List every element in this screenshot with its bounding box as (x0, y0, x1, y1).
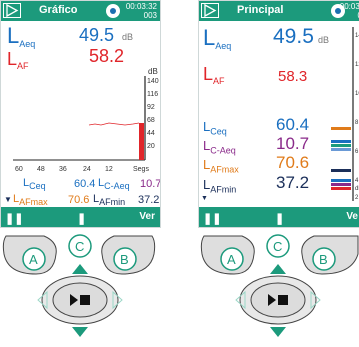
stop-icon (278, 295, 288, 305)
y-tick: 6 (355, 149, 359, 155)
main-header: Principal 00:03: 0 (199, 1, 359, 21)
laeq-label: LAeq (203, 25, 232, 52)
softkey-center[interactable]: ❚ (77, 212, 86, 225)
x-tick: 36 (59, 166, 67, 173)
lafmin-value: 37.2 (276, 173, 310, 192)
lafmax-label: LAFmax (203, 157, 239, 175)
lcaeq-label: LC-Aeq (203, 138, 236, 156)
y-tick: 92 (147, 104, 155, 111)
y-tick: 14 (355, 33, 359, 39)
lcaeq-value: 10.7 (276, 134, 310, 153)
lceq-value: 60.4 (276, 115, 310, 134)
laeq-value: 49.5 (79, 25, 115, 45)
caret-down-icon[interactable]: ▼ (201, 195, 208, 202)
y-tick: 44 (147, 130, 155, 137)
chart-unit: dB (148, 67, 158, 76)
down-arrow-icon (270, 327, 286, 337)
y-tick: 2 (355, 195, 359, 201)
x-tick: 48 (37, 166, 45, 173)
keypad-left: A B C (2, 234, 156, 337)
lafmax-value: 70.6 (276, 153, 310, 172)
screen-title: Principal (237, 4, 284, 16)
x-ticks: 60 48 36 24 12 Segs (15, 166, 149, 173)
lceq-bar (331, 127, 351, 130)
lafmin-bar (331, 148, 351, 151)
x-tick: 12 (105, 166, 113, 173)
laf-value: 58.3 (278, 68, 308, 85)
c-key-label: C (273, 239, 282, 254)
lafmax-bar (331, 144, 351, 147)
y-tick: 10 (355, 91, 359, 97)
ver-button[interactable]: Ver (139, 211, 155, 222)
lcaeq-bar (331, 140, 351, 143)
lafmin-label: LAFmin (203, 177, 237, 195)
y-tick: 12 (355, 62, 359, 68)
lceq-value: 60.4 (74, 178, 96, 190)
level-bar (331, 187, 351, 190)
c-key-label: C (75, 239, 84, 254)
y-tick: 116 (147, 91, 158, 98)
keypad-right: A B C (200, 234, 359, 337)
laeq-label: LAeq (7, 23, 36, 50)
x-tick: Segs (133, 166, 149, 173)
x-tick: 24 (83, 166, 91, 173)
level-bar (331, 183, 351, 186)
lcaeq-label: LC-Aeq (98, 177, 130, 192)
y-tick: 8 (355, 120, 359, 126)
record-number: 003 (143, 11, 157, 20)
clock-icon (106, 4, 120, 18)
lafmax-value: 70.6 (68, 194, 90, 206)
record-number: 0 (340, 11, 359, 20)
meter-unit: dB (355, 186, 359, 192)
b-key-label: B (120, 252, 129, 267)
graph-screen: Gráfico 00:03:32 003 LAeq 49.5 dB LAF 58… (0, 0, 161, 228)
pause-icon[interactable]: ❚❚ (5, 212, 23, 225)
lafmin-label: LAFmin (93, 193, 126, 208)
laf-label: LAF (203, 64, 225, 87)
graph-footer: ❚❚ ❚ Ver (1, 207, 160, 227)
x-tick: 60 (15, 166, 23, 173)
level-bar (139, 123, 144, 160)
y-tick: 20 (147, 143, 155, 150)
stop-icon (80, 295, 90, 305)
lcaeq-value: 10.7 (140, 178, 161, 190)
elapsed-time: 00:03: (339, 2, 359, 11)
play-icon[interactable] (3, 3, 21, 18)
b-key-label: B (319, 252, 328, 267)
elapsed-time: 00:03:32 (125, 2, 157, 11)
lceq-label: LCeq (203, 119, 227, 137)
level-chart: dB 140 116 92 68 44 20 60 48 36 24 12 Se… (13, 67, 159, 173)
level-trace (88, 122, 140, 126)
pause-icon[interactable]: ❚❚ (203, 212, 221, 225)
keypad: A B C A B C (2, 234, 359, 337)
level-bar (331, 169, 351, 172)
level-meter: 14 12 10 8 6 4 dB 2 (331, 27, 359, 201)
screen-title: Gráfico (39, 4, 78, 16)
up-arrow-icon (72, 264, 88, 274)
laeq-unit: dB (122, 32, 134, 42)
a-key-label: A (29, 252, 38, 267)
level-bar (331, 179, 351, 182)
ver-button[interactable]: Ve (346, 211, 358, 222)
a-key-label: A (227, 252, 236, 267)
up-arrow-icon (270, 264, 286, 274)
laeq-value: 49.5 (273, 25, 314, 48)
lafmin-value: 37.2 (138, 194, 160, 206)
graph-header: Gráfico 00:03:32 003 (1, 1, 160, 21)
y-ticks: 140 116 92 68 44 20 (147, 78, 159, 150)
laeq-unit: dB (318, 35, 330, 45)
down-arrow-icon (72, 327, 88, 337)
softkey-center[interactable]: ❚ (275, 212, 284, 225)
lceq-label: LCeq (23, 177, 46, 192)
play-icon[interactable] (201, 3, 219, 18)
y-tick: 140 (147, 78, 159, 85)
main-footer: ❚❚ ❚ Ve (199, 207, 359, 227)
y-tick: 4 (355, 178, 359, 184)
lafmax-label: LAFmax (13, 193, 48, 208)
main-screen: Principal 00:03: 0 LAeq 49.5 dB LAF 58.3… (198, 0, 359, 228)
caret-down-icon[interactable]: ▼ (4, 195, 12, 204)
y-tick: 68 (147, 117, 155, 124)
